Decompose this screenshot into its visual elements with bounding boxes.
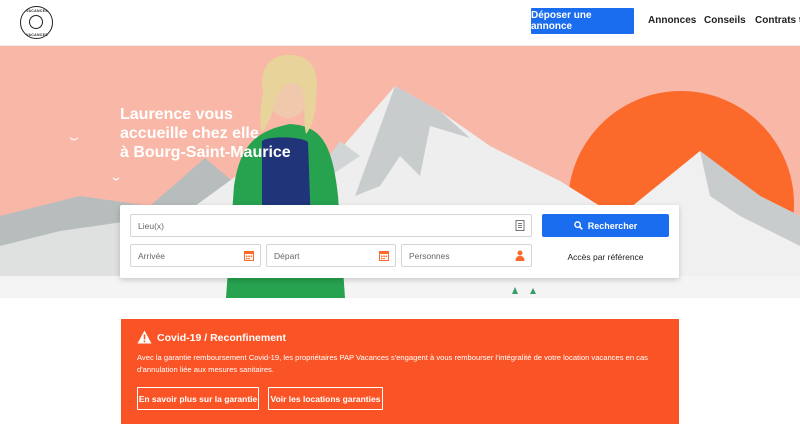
- snow-ground: [0, 276, 800, 298]
- reference-access-link[interactable]: Accès par référence: [542, 249, 669, 265]
- search-button-label: Rechercher: [587, 220, 638, 231]
- person-icon: [515, 250, 525, 261]
- departure-placeholder: Départ: [274, 250, 300, 261]
- search-button[interactable]: Rechercher: [542, 214, 669, 237]
- pap-vacances-logo[interactable]: VACANCES VACANCES: [20, 6, 53, 39]
- hero-title-line: accueille chez elle: [120, 125, 259, 142]
- hero-title-line: à Bourg-Saint-Maurice: [120, 144, 291, 161]
- departure-date-input[interactable]: Départ: [266, 244, 396, 267]
- logo-inner-ring: [29, 15, 43, 29]
- arrival-date-input[interactable]: Arrivée: [130, 244, 261, 267]
- list-icon: [515, 220, 525, 231]
- covid-banner: Covid-19 / Reconfinement Avec la garanti…: [121, 319, 679, 424]
- persons-input[interactable]: Personnes: [401, 244, 532, 267]
- calendar-icon: [379, 251, 389, 261]
- guaranteed-rentals-button[interactable]: Voir les locations garanties: [268, 387, 383, 410]
- bird-icon: [69, 137, 79, 141]
- persons-placeholder: Personnes: [409, 250, 450, 261]
- nav-contrats[interactable]: Contrats ty: [755, 15, 800, 26]
- search-icon: [573, 221, 583, 230]
- warning-icon: [137, 330, 152, 344]
- covid-title: Covid-19 / Reconfinement: [157, 332, 286, 344]
- site-header: VACANCES VACANCES Déposer une annonce An…: [0, 0, 800, 46]
- logo-bottom-text: VACANCES: [26, 33, 48, 37]
- location-input[interactable]: Lieu(x): [130, 214, 532, 237]
- covid-description: Avec la garantie remboursement Covid-19,…: [137, 353, 648, 374]
- arrival-placeholder: Arrivée: [138, 250, 165, 261]
- post-listing-button[interactable]: Déposer une annonce: [531, 8, 634, 34]
- guarantee-info-button[interactable]: En savoir plus sur la garantie: [137, 387, 259, 410]
- nav-annonces[interactable]: Annonces: [648, 15, 696, 26]
- hero-title-line: Laurence vous: [120, 106, 233, 123]
- location-placeholder: Lieu(x): [138, 220, 164, 231]
- bird-icon: [112, 177, 120, 181]
- logo-top-text: VACANCES: [26, 9, 48, 13]
- nav-conseils[interactable]: Conseils: [704, 15, 746, 26]
- search-panel: Lieu(x) Arrivée Départ Personnes Recherc…: [120, 205, 679, 278]
- calendar-icon: [244, 251, 254, 261]
- hero-title: Laurence vous accueille chez elle à Bour…: [120, 105, 320, 162]
